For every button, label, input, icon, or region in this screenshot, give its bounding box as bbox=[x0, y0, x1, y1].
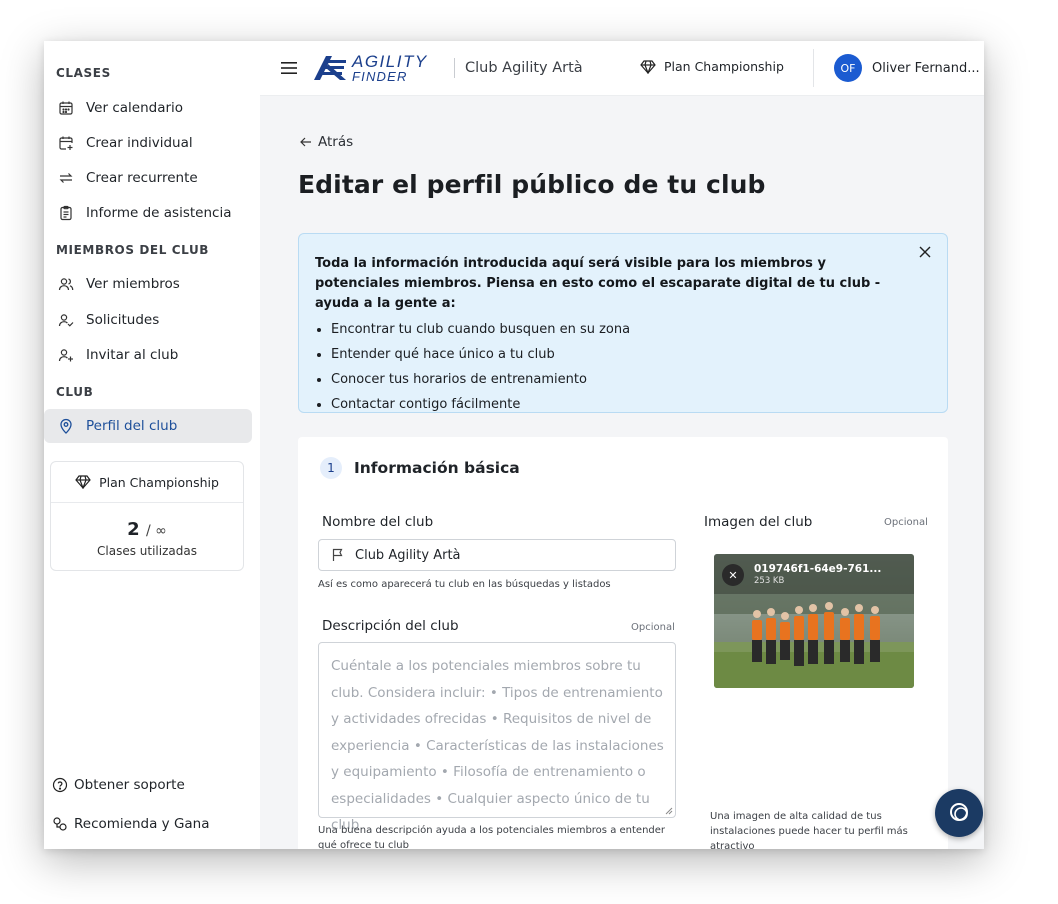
sidebar-item-label: Invitar al club bbox=[86, 347, 179, 363]
image-hint: Una imagen de alta calidad de tus instal… bbox=[710, 811, 908, 849]
page-title: Editar el perfil público de tu club bbox=[298, 170, 766, 199]
sidebar-item-label: Perfil del club bbox=[86, 418, 178, 434]
sidebar-item-solicitudes[interactable]: Solicitudes bbox=[44, 303, 252, 337]
resize-grip-icon bbox=[665, 807, 673, 815]
sidebar-item-ver-calendario[interactable]: Ver calendario bbox=[44, 91, 252, 125]
help-circle-icon bbox=[52, 777, 68, 793]
image-file-size: 253 KB bbox=[754, 576, 785, 586]
location-pin-icon bbox=[58, 418, 74, 434]
plan-card-header: Plan Championship bbox=[51, 462, 243, 503]
image-label: Imagen del club bbox=[704, 514, 813, 530]
close-icon[interactable] bbox=[917, 244, 933, 260]
user-name: Oliver Fernand... bbox=[872, 60, 980, 76]
clipboard-icon bbox=[58, 205, 74, 221]
flag-icon bbox=[331, 548, 345, 562]
info-intro: Toda la información introducida aquí ser… bbox=[315, 256, 881, 311]
repeat-icon bbox=[58, 170, 74, 186]
plan-used-count: 2 bbox=[127, 519, 140, 540]
sidebar: CLASES Ver calendario Crear individual C… bbox=[44, 41, 261, 849]
back-link[interactable]: Atrás bbox=[300, 134, 353, 150]
calendar-plus-icon bbox=[58, 135, 74, 151]
avatar: OF bbox=[834, 54, 862, 82]
club-name-value: Club Agility Artà bbox=[355, 547, 461, 563]
description-optional: Opcional bbox=[631, 622, 675, 633]
step-number: 1 bbox=[320, 457, 342, 479]
support-label: Obtener soporte bbox=[74, 777, 185, 793]
sidebar-item-ver-miembros[interactable]: Ver miembros bbox=[44, 267, 252, 301]
menu-button[interactable] bbox=[278, 57, 300, 79]
plan-name: Plan Championship bbox=[99, 474, 219, 490]
arrow-left-icon bbox=[300, 137, 312, 147]
user-check-icon bbox=[58, 312, 74, 328]
info-callout: Toda la información introducida aquí ser… bbox=[298, 233, 948, 413]
info-bullets: Encontrar tu club cuando busquen en su z… bbox=[315, 317, 931, 417]
logo-line-2: FINDER bbox=[352, 69, 408, 84]
section-label-club: CLUB bbox=[56, 385, 94, 399]
plan-usage-label: Clases utilizadas bbox=[97, 544, 197, 558]
sidebar-item-label: Crear recurrente bbox=[86, 170, 198, 186]
refer-label: Recomienda y Gana bbox=[74, 816, 210, 832]
section-header: 1 Información básica bbox=[320, 457, 520, 479]
sidebar-item-crear-recurrente[interactable]: Crear recurrente bbox=[44, 161, 252, 195]
header-divider bbox=[813, 49, 814, 87]
section-label-miembros: MIEMBROS DEL CLUB bbox=[56, 243, 210, 257]
user-plus-icon bbox=[58, 347, 74, 363]
plan-usage: 2 / ∞ bbox=[51, 519, 243, 540]
section-label-clases: CLASES bbox=[56, 66, 111, 80]
sidebar-item-invitar[interactable]: Invitar al club bbox=[44, 338, 252, 372]
main-content: Atrás Editar el perfil público de tu clu… bbox=[260, 96, 984, 849]
app-window: CLASES Ver calendario Crear individual C… bbox=[44, 41, 984, 849]
header-club-name: Club Agility Artà bbox=[454, 58, 583, 78]
refer-link[interactable]: Recomienda y Gana bbox=[52, 816, 210, 832]
header-plan[interactable]: Plan Championship bbox=[640, 59, 784, 74]
logo-text: AGILITY FINDER bbox=[352, 53, 428, 83]
description-label: Descripción del club bbox=[322, 618, 459, 634]
agility-finder-logo[interactable]: AGILITY FINDER bbox=[312, 51, 428, 85]
info-bullet: Contactar contigo fácilmente bbox=[331, 392, 931, 417]
info-bullet: Conocer tus horarios de entrenamiento bbox=[331, 367, 931, 392]
hamburger-icon bbox=[281, 62, 297, 74]
description-hint: Una buena descripción ayuda a los potenc… bbox=[318, 825, 666, 849]
sidebar-item-label: Ver miembros bbox=[86, 276, 180, 292]
sidebar-item-perfil-club[interactable]: Perfil del club bbox=[44, 409, 252, 443]
logo-line-1: AGILITY bbox=[352, 52, 428, 71]
calendar-icon bbox=[58, 100, 74, 116]
sidebar-item-label: Ver calendario bbox=[86, 100, 184, 116]
sidebar-item-label: Crear individual bbox=[86, 135, 193, 151]
remove-image-button[interactable]: ✕ bbox=[722, 564, 744, 586]
club-image-thumbnail: ✕ 019746f1-64e9-761... 253 KB bbox=[714, 554, 914, 688]
top-header: AGILITY FINDER Club Agility Artà Plan Ch… bbox=[260, 41, 984, 96]
basic-info-card: 1 Información básica Nombre del club Clu… bbox=[298, 437, 948, 849]
description-textarea[interactable]: Cuéntale a los potenciales miembros sobr… bbox=[318, 642, 676, 833]
sidebar-item-label: Informe de asistencia bbox=[86, 205, 232, 221]
support-link[interactable]: Obtener soporte bbox=[52, 777, 185, 793]
diamond-icon bbox=[640, 59, 656, 74]
club-name-label: Nombre del club bbox=[322, 514, 434, 530]
refer-icon bbox=[52, 816, 68, 832]
header-plan-label: Plan Championship bbox=[664, 59, 784, 74]
sidebar-item-informe-asistencia[interactable]: Informe de asistencia bbox=[44, 196, 252, 230]
user-menu[interactable]: OF Oliver Fernand... bbox=[834, 54, 980, 82]
chat-button[interactable] bbox=[935, 789, 983, 837]
sidebar-item-crear-individual[interactable]: Crear individual bbox=[44, 126, 252, 160]
plan-limit: / ∞ bbox=[145, 523, 167, 539]
club-name-hint: Así es como aparecerá tu club en las bús… bbox=[318, 579, 611, 590]
plan-usage-card: Plan Championship 2 / ∞ Clases utilizada… bbox=[50, 461, 244, 571]
users-icon bbox=[58, 276, 74, 292]
image-file-name: 019746f1-64e9-761... bbox=[754, 563, 882, 575]
description-placeholder: Cuéntale a los potenciales miembros sobr… bbox=[331, 658, 664, 833]
section-title: Información básica bbox=[354, 459, 520, 477]
image-optional: Opcional bbox=[884, 517, 928, 528]
info-bullet: Entender qué hace único a tu club bbox=[331, 342, 931, 367]
back-label: Atrás bbox=[318, 134, 354, 150]
sidebar-item-label: Solicitudes bbox=[86, 312, 160, 328]
club-name-input[interactable]: Club Agility Artà bbox=[318, 539, 676, 571]
agility-logo-icon bbox=[314, 56, 346, 80]
info-bullet: Encontrar tu club cuando busquen en su z… bbox=[331, 317, 931, 342]
chat-icon bbox=[950, 803, 968, 821]
diamond-icon bbox=[75, 475, 91, 489]
